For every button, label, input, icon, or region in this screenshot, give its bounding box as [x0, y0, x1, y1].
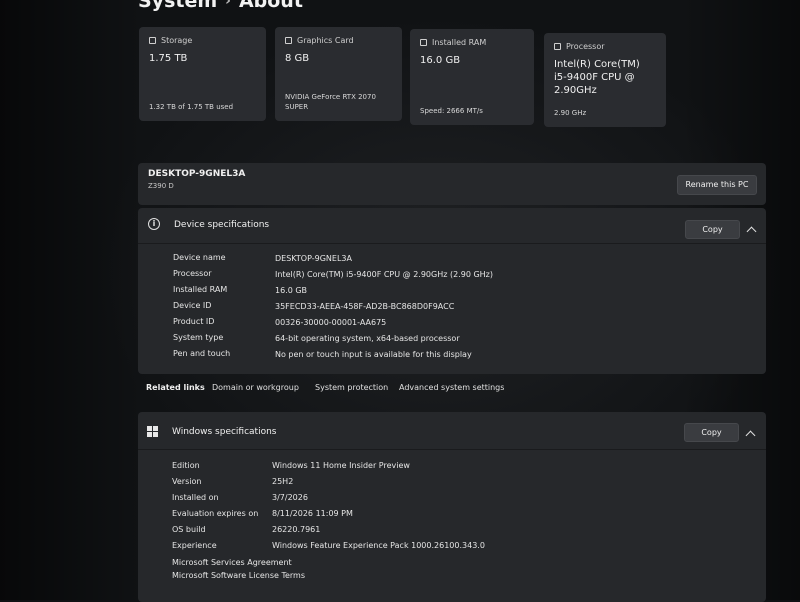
graphics-sub: NVIDIA GeForce RTX 2070 SUPER — [285, 93, 376, 111]
spec-label: Pen and touch — [173, 349, 231, 358]
system-protection-link[interactable]: System protection — [315, 383, 388, 392]
spec-value: Windows Feature Experience Pack 1000.261… — [272, 541, 485, 550]
spec-value: Windows 11 Home Insider Preview — [272, 461, 410, 470]
windows-specs-copy-button[interactable]: Copy — [684, 423, 739, 442]
license-terms-link[interactable]: Microsoft Software License Terms — [172, 571, 305, 580]
ram-card[interactable]: Installed RAM 16.0 GB Speed: 2666 MT/s — [410, 29, 534, 125]
spec-label: OS build — [172, 525, 206, 534]
rename-pc-button[interactable]: Rename this PC — [677, 175, 757, 195]
services-agreement-link[interactable]: Microsoft Services Agreement — [172, 558, 292, 567]
spec-label: Device name — [173, 253, 226, 262]
advanced-system-settings-link[interactable]: Advanced system settings — [399, 383, 504, 392]
spec-value: DESKTOP-9GNEL3A — [275, 254, 352, 263]
spec-label: Evaluation expires on — [172, 509, 259, 518]
spec-value: 8/11/2026 11:09 PM — [272, 509, 353, 518]
spec-value: Intel(R) Core(TM) i5-9400F CPU @ 2.90GHz… — [275, 270, 493, 279]
spec-value: 26220.7961 — [272, 525, 321, 534]
storage-value: 1.75 TB — [149, 53, 188, 64]
processor-card[interactable]: Processor Intel(R) Core(TM) i5-9400F CPU… — [544, 33, 666, 127]
info-icon: i — [148, 218, 160, 230]
spec-value: 00326-30000-00001-AA675 — [275, 318, 387, 327]
windows-specs-title[interactable]: Windows specifications — [172, 427, 276, 437]
graphics-value: 8 GB — [285, 53, 310, 64]
processor-value: Intel(R) Core(TM) i5-9400F CPU @ 2.90GHz — [554, 59, 640, 96]
device-specs-divider — [138, 243, 766, 244]
spec-label: Edition — [172, 461, 200, 470]
device-specs-copy-button[interactable]: Copy — [685, 220, 740, 239]
pc-name: DESKTOP-9GNEL3A — [148, 169, 246, 179]
device-specs-title[interactable]: Device specifications — [174, 220, 269, 230]
storage-label: Storage — [161, 36, 193, 45]
processor-sub: 2.90 GHz — [554, 109, 587, 117]
spec-value: 3/7/2026 — [272, 493, 308, 502]
graphics-card[interactable]: Graphics Card 8 GB NVIDIA GeForce RTX 20… — [275, 27, 402, 121]
spec-value: 35FECD33-AEEA-458F-AD2B-BC868D0F9ACC — [275, 302, 455, 311]
spec-label: Experience — [172, 541, 217, 550]
ram-label: Installed RAM — [432, 38, 487, 47]
storage-icon — [149, 37, 156, 44]
spec-value: 25H2 — [272, 477, 294, 486]
spec-value: No pen or touch input is available for t… — [275, 350, 472, 359]
windows-logo-icon — [147, 426, 159, 438]
ram-value: 16.0 GB — [420, 55, 461, 66]
domain-workgroup-link[interactable]: Domain or workgroup — [212, 383, 299, 392]
spec-label: System type — [173, 333, 224, 342]
related-links-title: Related links — [146, 383, 205, 392]
ram-icon — [420, 39, 427, 46]
breadcrumb-separator-icon: › — [225, 0, 231, 9]
storage-card[interactable]: Storage 1.75 TB 1.32 TB of 1.75 TB used — [139, 27, 266, 121]
breadcrumb-parent[interactable]: System — [138, 0, 217, 12]
spec-label: Product ID — [173, 317, 215, 326]
spec-value: 16.0 GB — [275, 286, 308, 295]
graphics-card-icon — [285, 37, 292, 44]
ram-sub: Speed: 2666 MT/s — [420, 107, 483, 115]
pc-model: Z390 D — [148, 182, 174, 190]
storage-sub: 1.32 TB of 1.75 TB used — [149, 103, 234, 111]
spec-value: 64-bit operating system, x64-based proce… — [275, 334, 460, 343]
spec-label: Installed RAM — [173, 285, 228, 294]
spec-label: Version — [172, 477, 202, 486]
spec-label: Processor — [173, 269, 212, 278]
processor-label: Processor — [566, 42, 605, 51]
graphics-label: Graphics Card — [297, 36, 354, 45]
windows-specs-divider — [138, 449, 766, 450]
processor-icon — [554, 43, 561, 50]
page-title: About — [238, 0, 303, 12]
spec-label: Device ID — [173, 301, 212, 310]
breadcrumb: System › About — [138, 0, 303, 12]
spec-label: Installed on — [172, 493, 219, 502]
